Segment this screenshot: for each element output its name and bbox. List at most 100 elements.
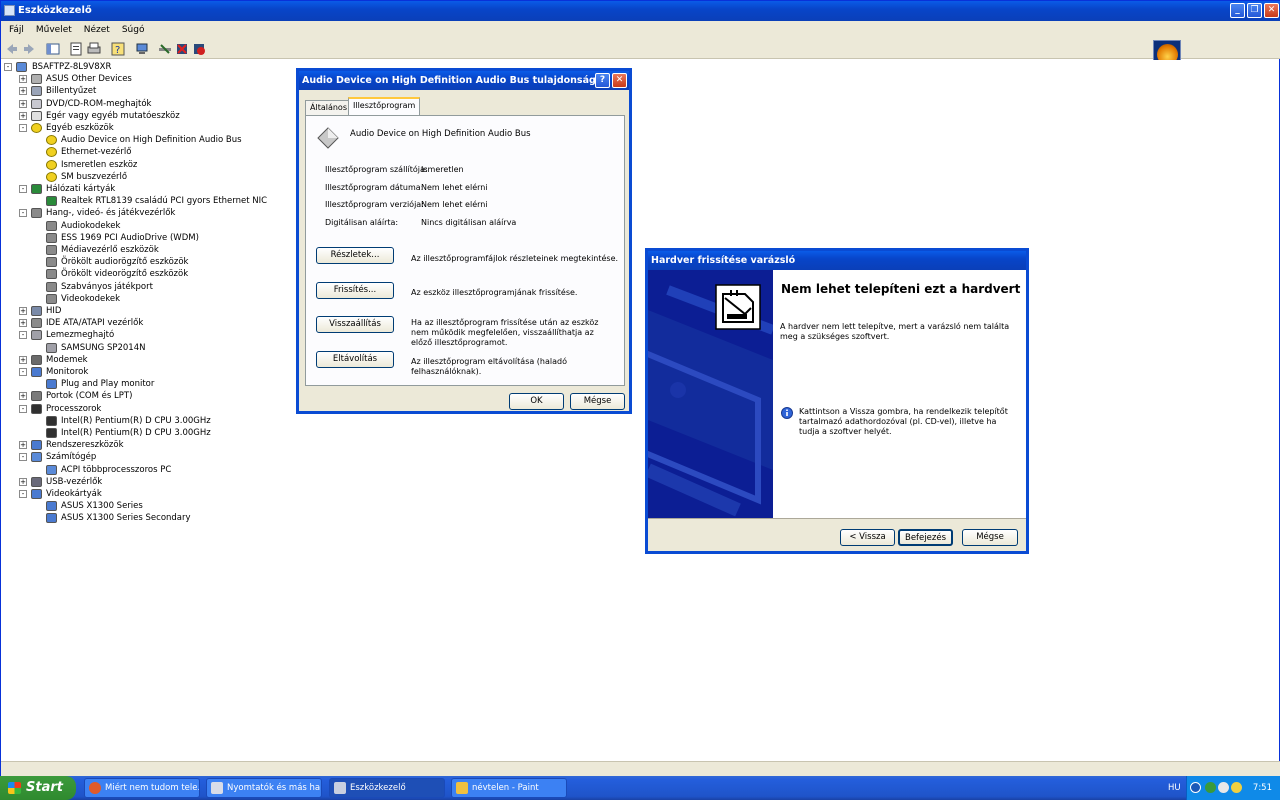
help-button[interactable]: ? [595, 73, 610, 88]
security-tray-icon[interactable] [1231, 782, 1242, 793]
unknown-device-icon [46, 159, 57, 170]
task-device-manager[interactable]: Eszközkezelő [329, 778, 445, 798]
close-button[interactable]: ✕ [612, 73, 627, 88]
device-name: Audio Device on High Definition Audio Bu… [350, 129, 531, 139]
start-button[interactable]: Start [0, 776, 76, 800]
info-icon [781, 407, 793, 419]
tree-item-label: ASUS Other Devices [46, 74, 132, 85]
tree-item[interactable]: ACPI többprocesszoros PC [1, 464, 401, 476]
collapse-icon[interactable]: - [19, 124, 27, 132]
tree-item[interactable]: Intel(R) Pentium(R) D CPU 3.00GHz [1, 415, 401, 427]
language-indicator[interactable]: HU [1168, 776, 1181, 800]
cancel-button[interactable]: Mégse [570, 393, 625, 410]
uninstall-icon[interactable] [175, 42, 189, 56]
collapse-icon[interactable]: - [19, 209, 27, 218]
update-driver-button[interactable]: Frissítés... [316, 282, 394, 299]
tree-item-label: Egyéb eszközök [46, 123, 114, 133]
tree-item[interactable]: ASUS X1300 Series [1, 500, 401, 512]
modem-icon [31, 354, 42, 365]
sound-icon [46, 232, 57, 243]
minimize-button[interactable]: _ [1230, 3, 1245, 18]
driver-details-button[interactable]: Részletek... [316, 247, 394, 264]
collapse-icon[interactable]: - [19, 368, 27, 376]
expand-icon[interactable]: + [19, 307, 27, 315]
close-button[interactable]: ✕ [1264, 3, 1279, 18]
field-label-signer: Digitálisan aláírta: [325, 218, 399, 227]
expand-icon[interactable]: + [19, 355, 27, 364]
device-icon [31, 74, 42, 85]
computer-icon[interactable] [135, 42, 149, 56]
expand-icon[interactable]: + [19, 392, 27, 401]
collapse-icon[interactable]: - [19, 185, 27, 193]
expand-icon[interactable]: + [19, 87, 27, 96]
update-driver-desc: Az eszköz illesztőprogramjának frissítés… [411, 288, 578, 297]
sound-icon [46, 245, 57, 255]
tab-driver[interactable]: Illesztőprogram [348, 97, 421, 116]
disk-icon [46, 342, 57, 353]
scan-hardware-icon[interactable] [158, 42, 172, 56]
volume-tray-icon[interactable] [1218, 782, 1229, 793]
expand-icon[interactable]: + [19, 319, 27, 328]
expand-icon[interactable]: + [19, 111, 27, 120]
unknown-device-icon [46, 135, 57, 146]
ok-button[interactable]: OK [509, 393, 564, 410]
back-arrow-icon[interactable] [5, 42, 19, 56]
collapse-icon[interactable]: - [19, 331, 27, 340]
tray-chevron-icon[interactable] [1190, 782, 1201, 793]
restore-button[interactable]: ❐ [1247, 3, 1262, 18]
wizard-separator [648, 518, 1026, 519]
network-card-icon [46, 196, 57, 207]
task-printers[interactable]: Nyomtatók és más ha... [206, 778, 322, 798]
expand-icon[interactable]: + [19, 441, 27, 450]
sound-icon [46, 269, 57, 280]
expand-icon[interactable]: + [19, 75, 27, 84]
browser-icon [89, 782, 101, 794]
collapse-icon[interactable]: - [19, 490, 27, 498]
tree-item-label: ESS 1969 PCI AudioDrive (WDM) [61, 232, 199, 243]
wizard-titlebar[interactable]: Hardver frissítése varázsló [648, 251, 1026, 270]
tree-item[interactable]: + USB-vezérlők [1, 476, 401, 488]
properties-dialog-titlebar[interactable]: Audio Device on High Definition Audio Bu… [299, 71, 629, 90]
expand-icon[interactable]: + [19, 477, 27, 486]
print-icon[interactable] [87, 42, 101, 56]
driver-details-desc: Az illesztőprogramfájlok részleteinek me… [411, 254, 619, 263]
disable-icon[interactable] [192, 42, 206, 56]
cancel-button[interactable]: Mégse [962, 529, 1018, 546]
properties-icon[interactable] [69, 42, 83, 56]
clock[interactable]: 7:51 [1253, 776, 1272, 800]
tree-item[interactable]: - Videokártyák [1, 488, 401, 500]
menu-view[interactable]: Nézet [78, 21, 116, 39]
tab-general[interactable]: Általános [305, 100, 352, 115]
back-button[interactable]: < Vissza [840, 529, 895, 546]
tree-item[interactable]: + Rendszereszközök [1, 439, 401, 451]
tree-item[interactable]: ASUS X1300 Series Secondary [1, 512, 401, 524]
status-bar [1, 761, 1280, 777]
tree-item-label: Intel(R) Pentium(R) D CPU 3.00GHz [61, 428, 211, 438]
unknown-device-icon [46, 171, 57, 182]
help-icon[interactable]: ? [111, 42, 125, 56]
collapse-icon[interactable]: - [19, 453, 27, 462]
expand-icon[interactable]: + [19, 99, 27, 108]
finish-button[interactable]: Befejezés [898, 529, 953, 546]
network-tray-icon[interactable] [1205, 782, 1216, 793]
start-label: Start [26, 780, 63, 795]
collapse-icon[interactable]: - [4, 63, 12, 71]
collapse-icon[interactable]: - [19, 404, 27, 413]
rollback-driver-button[interactable]: Visszaállítás [316, 316, 394, 333]
show-hide-tree-icon[interactable] [46, 42, 60, 56]
display-adapter-icon [46, 513, 57, 524]
tree-item[interactable]: - Számítógép [1, 451, 401, 463]
tree-item[interactable]: Intel(R) Pentium(R) D CPU 3.00GHz [1, 427, 401, 439]
task-paint[interactable]: névtelen - Paint [451, 778, 567, 798]
menu-help[interactable]: Súgó [116, 21, 151, 39]
tree-item-label: Monitorok [46, 367, 89, 377]
tree-item-label: Videokártyák [46, 489, 102, 499]
task-browser[interactable]: Miért nem tudom tele... [84, 778, 200, 798]
forward-arrow-icon[interactable] [22, 42, 36, 56]
window-title: Eszközkezelő [18, 5, 92, 16]
field-label-version: Illesztőprogram verziója: [325, 200, 424, 209]
uninstall-driver-button[interactable]: Eltávolítás [316, 351, 394, 368]
menu-file[interactable]: Fájl [3, 21, 30, 39]
menu-action[interactable]: Művelet [30, 21, 78, 39]
window-titlebar[interactable]: Eszközkezelő _ ❐ ✕ [1, 1, 1280, 21]
